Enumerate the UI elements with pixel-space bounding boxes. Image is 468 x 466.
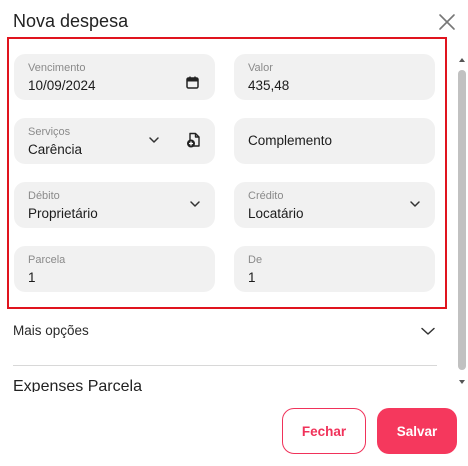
parcela-field[interactable]: Parcela 1 [14, 246, 215, 292]
chevron-down-icon[interactable] [146, 132, 162, 148]
scrollbar[interactable] [456, 56, 468, 392]
mais-opcoes-label: Mais opções [13, 323, 89, 338]
servicos-label: Serviços [28, 126, 71, 138]
debito-value: Proprietário [28, 206, 98, 221]
debito-select[interactable]: Débito Proprietário [14, 182, 215, 228]
credito-value: Locatário [248, 206, 304, 221]
calendar-icon[interactable] [186, 76, 199, 89]
form-scroll-area[interactable]: Vencimento 10/09/2024 Valor 435,48 Servi… [0, 36, 468, 392]
close-button[interactable] [436, 11, 458, 33]
scroll-up-arrow-icon[interactable] [458, 56, 466, 64]
divider [13, 365, 437, 366]
mais-opcoes-toggle[interactable]: Mais opções [13, 317, 437, 345]
vencimento-value: 10/09/2024 [28, 78, 96, 93]
fechar-button[interactable]: Fechar [282, 408, 366, 454]
valor-label: Valor [248, 62, 273, 74]
close-icon [439, 14, 455, 30]
file-add-icon[interactable] [186, 132, 202, 148]
parcela-label: Parcela [28, 254, 66, 266]
scroll-down-arrow-icon[interactable] [458, 378, 466, 386]
credito-label: Crédito [248, 190, 284, 202]
de-label: De [248, 254, 263, 266]
complemento-placeholder: Complemento [248, 133, 333, 148]
chevron-down-icon[interactable] [407, 196, 423, 212]
de-field[interactable]: De 1 [234, 246, 435, 292]
valor-value: 435,48 [248, 78, 290, 93]
complemento-field[interactable]: Complemento [234, 118, 435, 164]
vencimento-field[interactable]: Vencimento 10/09/2024 [14, 54, 215, 100]
scrollbar-thumb[interactable] [458, 70, 466, 370]
valor-field[interactable]: Valor 435,48 [234, 54, 435, 100]
section-heading: Expenses Parcela [13, 378, 142, 392]
vencimento-label: Vencimento [28, 62, 86, 74]
modal-title: Nova despesa [13, 11, 129, 31]
parcela-value: 1 [28, 270, 36, 285]
credito-select[interactable]: Crédito Locatário [234, 182, 435, 228]
servicos-select[interactable]: Serviços Carência [14, 118, 215, 164]
de-value: 1 [248, 270, 256, 285]
chevron-down-icon[interactable] [187, 196, 203, 212]
salvar-button[interactable]: Salvar [377, 408, 457, 454]
chevron-down-icon [421, 327, 435, 335]
servicos-value: Carência [28, 142, 83, 157]
debito-label: Débito [28, 190, 60, 202]
